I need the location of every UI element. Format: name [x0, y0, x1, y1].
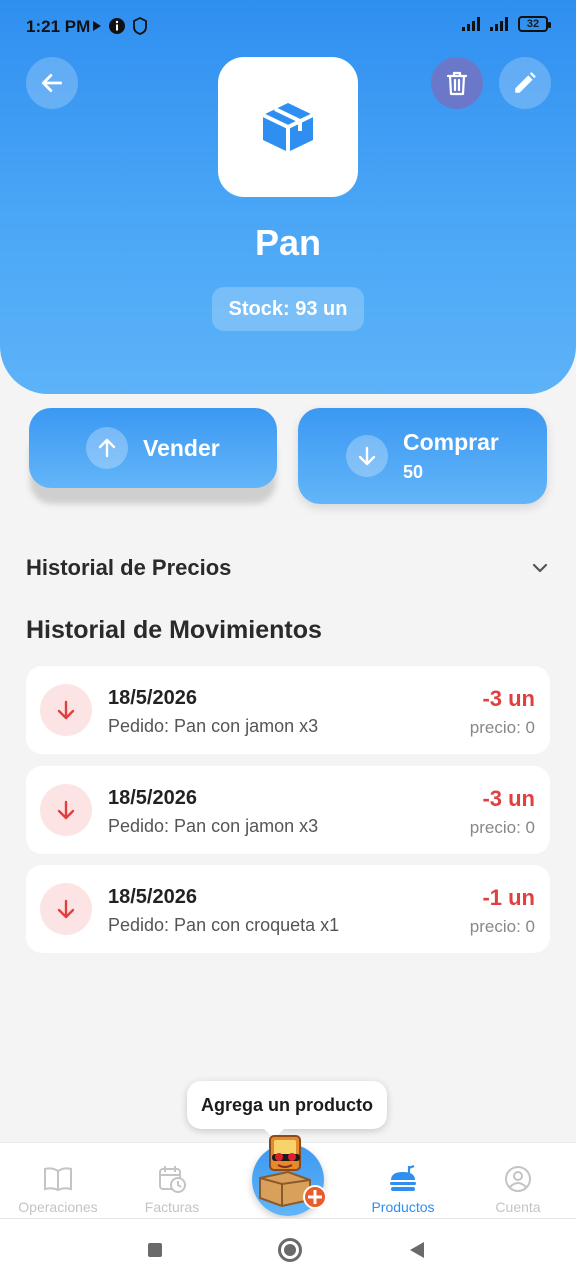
sell-button[interactable]: Vender — [29, 408, 277, 488]
product-name: Pan — [254, 222, 322, 263]
arrow-down-icon — [57, 700, 75, 720]
system-navigation-bar — [0, 1219, 576, 1280]
price-history-toggle[interactable]: Historial de Precios — [26, 553, 550, 583]
add-product-button[interactable] — [252, 1135, 327, 1216]
user-circle-icon — [505, 1166, 531, 1192]
arrow-down-icon — [358, 446, 376, 466]
movement-quantity: -3 un — [482, 786, 535, 811]
movement-date: 18/5/2026 — [108, 687, 197, 709]
movement-item: 18/5/2026 Pedido: Pan con croqueta x1 -1… — [26, 865, 550, 953]
buy-label: Comprar — [403, 429, 499, 455]
nav-item-facturas[interactable]: Facturas — [117, 1163, 227, 1215]
system-back-button[interactable] — [410, 1242, 424, 1258]
movement-item: 18/5/2026 Pedido: Pan con jamon x3 -3 un… — [26, 666, 550, 754]
movement-description: Pedido: Pan con croqueta x1 — [108, 915, 340, 935]
play-icon — [93, 21, 101, 31]
trash-icon — [446, 71, 468, 96]
arrow-left-icon — [41, 74, 63, 92]
shield-icon — [133, 17, 147, 35]
nav-label-productos: Productos — [371, 1199, 435, 1215]
movement-price: precio: 0 — [469, 718, 535, 737]
sell-label: Vender — [143, 434, 220, 461]
food-icon — [390, 1164, 416, 1191]
calendar-clock-icon — [159, 1166, 186, 1193]
edit-button[interactable] — [499, 57, 551, 109]
delete-button[interactable] — [431, 57, 483, 109]
nav-label-facturas: Facturas — [144, 1199, 200, 1215]
movement-description: Pedido: Pan con jamon x3 — [108, 716, 319, 736]
box-icon — [262, 103, 314, 152]
battery-icon: 32 — [518, 16, 551, 32]
nav-item-productos[interactable]: Productos — [348, 1163, 458, 1215]
arrow-down-icon — [57, 800, 75, 820]
stock-badge: Stock: 93 un — [212, 287, 364, 331]
recents-button[interactable] — [148, 1243, 162, 1257]
info-icon — [109, 18, 125, 34]
movement-quantity: -3 un — [482, 686, 535, 711]
signal-icon-2 — [490, 17, 508, 31]
status-bar: 1:21 PM 32 — [0, 0, 576, 54]
chevron-down-icon — [532, 563, 548, 573]
product-header: 1:21 PM 32 Pan Stock: 93 un — [0, 0, 576, 394]
mascot-box-icon — [259, 1135, 327, 1209]
movement-price: precio: 0 — [469, 818, 535, 837]
nav-label-operaciones: Operaciones — [18, 1199, 98, 1215]
status-time: 1:21 PM — [26, 17, 91, 36]
movement-quantity: -1 un — [482, 885, 535, 910]
movements-title: Historial de Movimientos — [26, 616, 322, 644]
signal-icon — [462, 17, 480, 31]
movement-item: 18/5/2026 Pedido: Pan con jamon x3 -3 un… — [26, 766, 550, 854]
home-button[interactable] — [278, 1238, 302, 1262]
movement-price: precio: 0 — [469, 917, 535, 936]
nav-item-operaciones[interactable]: Operaciones — [3, 1163, 113, 1215]
pencil-icon — [515, 72, 536, 93]
arrow-up-icon — [98, 438, 116, 458]
movement-description: Pedido: Pan con jamon x3 — [108, 816, 319, 836]
movement-date: 18/5/2026 — [108, 886, 197, 908]
add-product-tooltip: Agrega un producto — [187, 1081, 387, 1129]
product-icon-card — [218, 57, 358, 197]
book-icon — [44, 1167, 72, 1192]
nav-label-cuenta: Cuenta — [495, 1199, 541, 1215]
arrow-up-circle — [86, 427, 128, 469]
buy-button[interactable]: Comprar 50 — [298, 408, 547, 504]
arrow-down-circle — [346, 435, 388, 477]
price-history-title: Historial de Precios — [26, 555, 232, 580]
movement-date: 18/5/2026 — [108, 787, 197, 809]
arrow-down-icon — [57, 899, 75, 919]
nav-item-cuenta[interactable]: Cuenta — [463, 1163, 573, 1215]
buy-quantity: 50 — [403, 462, 424, 482]
back-button[interactable] — [26, 57, 78, 109]
